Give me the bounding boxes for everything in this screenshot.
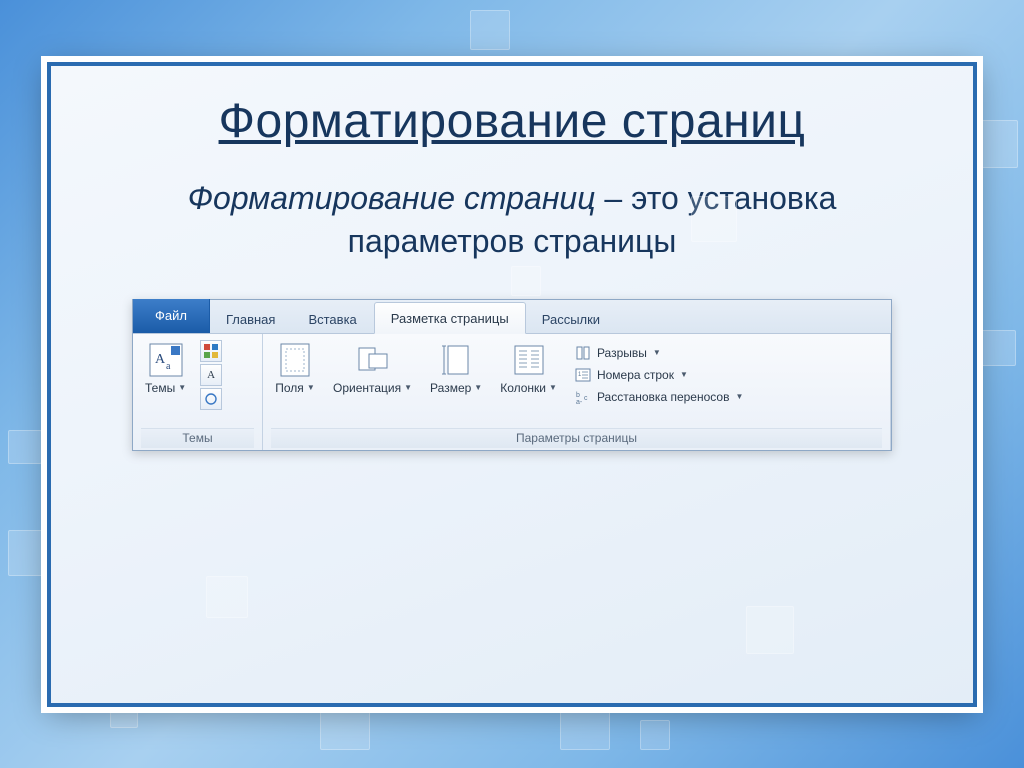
themes-icon: A a	[148, 342, 184, 378]
svg-text:A: A	[155, 352, 166, 367]
slide-title: Форматирование страниц	[99, 94, 925, 149]
theme-effects-button[interactable]	[200, 388, 222, 410]
columns-label: Колонки	[500, 381, 546, 395]
line-numbers-label: Номера строк	[597, 368, 674, 382]
slide-frame: Форматирование страниц Форматирование ст…	[47, 62, 977, 707]
svg-text:c: c	[584, 395, 588, 402]
hyphenation-icon: ba-c	[575, 389, 591, 405]
orientation-button[interactable]: Ориентация▼	[329, 340, 416, 397]
theme-fonts-button[interactable]: A	[200, 364, 222, 386]
margins-icon	[277, 342, 313, 378]
size-label: Размер	[430, 381, 471, 395]
chevron-down-icon: ▼	[549, 383, 557, 392]
columns-button[interactable]: Колонки▼	[496, 340, 561, 397]
ribbon-groups: A a Темы▼ A	[133, 334, 891, 450]
hyphenation-label: Расстановка переносов	[597, 390, 730, 404]
themes-button[interactable]: A a Темы▼	[141, 340, 190, 397]
margins-label: Поля	[275, 381, 304, 395]
tab-insert[interactable]: Вставка	[292, 304, 373, 334]
group-themes: A a Темы▼ A	[133, 334, 263, 450]
orientation-label: Ориентация	[333, 381, 401, 395]
chevron-down-icon: ▼	[178, 383, 186, 392]
breaks-label: Разрывы	[597, 346, 647, 360]
tab-mailings[interactable]: Рассылки	[526, 304, 617, 334]
theme-colors-button[interactable]	[200, 340, 222, 362]
size-icon	[438, 342, 474, 378]
svg-text:b: b	[576, 392, 580, 399]
group-themes-label: Темы	[141, 428, 254, 448]
group-page-setup-label: Параметры страницы	[271, 428, 882, 448]
line-numbers-button[interactable]: 1 Номера строк ▼	[571, 366, 747, 384]
themes-label: Темы	[145, 381, 175, 395]
hyphenation-button[interactable]: ba-c Расстановка переносов ▼	[571, 388, 747, 406]
tab-page-layout[interactable]: Разметка страницы	[374, 302, 526, 334]
line-numbers-icon: 1	[575, 367, 591, 383]
themes-mini-buttons: A	[200, 340, 222, 410]
group-page-setup: Поля▼ Ориентация▼	[263, 334, 891, 450]
svg-text:a-: a-	[576, 399, 583, 405]
definition-term: Форматирование страниц	[188, 180, 596, 216]
chevron-down-icon: ▼	[653, 348, 661, 357]
breaks-icon	[575, 345, 591, 361]
breaks-button[interactable]: Разрывы ▼	[571, 344, 747, 362]
tab-home[interactable]: Главная	[210, 304, 292, 334]
chevron-down-icon: ▼	[680, 370, 688, 379]
slide-definition: Форматирование страниц – это установка п…	[99, 177, 925, 263]
margins-button[interactable]: Поля▼	[271, 340, 319, 397]
chevron-down-icon: ▼	[474, 383, 482, 392]
size-button[interactable]: Размер▼	[426, 340, 486, 397]
columns-icon	[511, 342, 547, 378]
ribbon-tabs: Файл Главная Вставка Разметка страницы Р…	[133, 300, 891, 334]
orientation-icon	[355, 342, 391, 378]
chevron-down-icon: ▼	[307, 383, 315, 392]
word-ribbon: Файл Главная Вставка Разметка страницы Р…	[132, 299, 892, 451]
chevron-down-icon: ▼	[735, 392, 743, 401]
tab-file[interactable]: Файл	[133, 299, 210, 333]
page-setup-menu: Разрывы ▼ 1 Номера строк ▼	[571, 340, 747, 406]
chevron-down-icon: ▼	[404, 383, 412, 392]
svg-text:a: a	[166, 361, 171, 372]
